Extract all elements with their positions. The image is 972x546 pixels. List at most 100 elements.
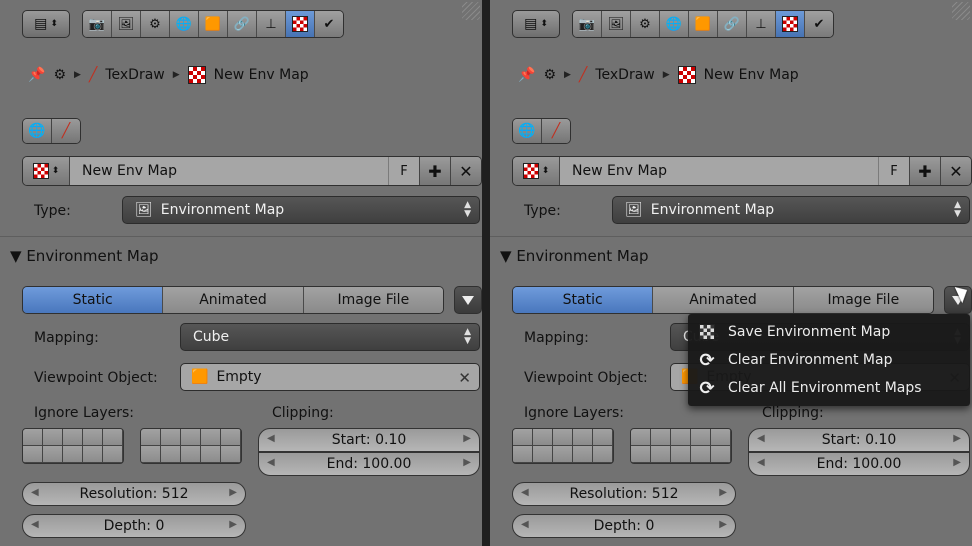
- resolution-value: Resolution: 512: [569, 486, 679, 502]
- viewpoint-object-field[interactable]: 🟧 Empty ✕: [180, 363, 480, 391]
- menu-item-save-envmap[interactable]: Save Environment Map: [688, 318, 970, 346]
- browse-texture-button[interactable]: ⬍: [513, 157, 560, 185]
- clear-icon[interactable]: ✕: [458, 369, 471, 387]
- brush-texture-icon[interactable]: ╱: [51, 119, 80, 143]
- decrement-arrow-icon[interactable]: ◀: [757, 433, 765, 444]
- type-dropdown[interactable]: 🖼 Environment Map ▲ ▼: [612, 196, 970, 224]
- decrement-arrow-icon[interactable]: ◀: [31, 519, 39, 530]
- unlink-texture-icon[interactable]: ✕: [450, 157, 481, 185]
- add-texture-icon[interactable]: ✚: [419, 157, 450, 185]
- resolution-field[interactable]: ◀ Resolution: 512 ▶: [512, 482, 736, 506]
- clip-start-field[interactable]: ◀ Start: 0.10 ▶: [258, 428, 480, 452]
- tab-static[interactable]: Static: [23, 287, 163, 313]
- section-header[interactable]: ▼ Environment Map: [500, 247, 649, 265]
- type-dropdown[interactable]: 🖼 Environment Map ▲ ▼: [122, 196, 480, 224]
- texture-context-icon[interactable]: [776, 11, 805, 37]
- increment-arrow-icon[interactable]: ▶: [463, 457, 471, 468]
- fake-user-button[interactable]: F: [388, 157, 419, 185]
- layer-grid-left[interactable]: [512, 428, 614, 464]
- depth-field[interactable]: ◀ Depth: 0 ▶: [22, 514, 246, 538]
- tab-image-file[interactable]: Image File: [792, 287, 933, 313]
- ignore-layers-label: Ignore Layers:: [524, 405, 625, 421]
- world-context-icon[interactable]: 🌐: [170, 11, 199, 37]
- world-texture-icon[interactable]: 🌐: [513, 119, 541, 143]
- texture-name-field[interactable]: New Env Map: [70, 157, 388, 185]
- brush-texture-icon[interactable]: ╱: [541, 119, 570, 143]
- tab-static[interactable]: Static: [513, 287, 653, 313]
- area-split-handle[interactable]: [462, 2, 480, 20]
- decrement-arrow-icon[interactable]: ◀: [267, 433, 275, 444]
- divider: [490, 236, 972, 237]
- tab-animated[interactable]: Animated: [162, 287, 303, 313]
- decrement-arrow-icon[interactable]: ◀: [267, 457, 275, 468]
- unlink-texture-icon[interactable]: ✕: [940, 157, 971, 185]
- decrement-arrow-icon[interactable]: ◀: [521, 487, 529, 498]
- envmap-specials-menu: Save Environment Map ⟳ Clear Environment…: [688, 314, 970, 406]
- increment-arrow-icon[interactable]: ▶: [229, 487, 237, 498]
- collapse-arrow-icon: ▼: [500, 247, 512, 265]
- render-context-icon[interactable]: 📷: [83, 11, 112, 37]
- source-tabs: Static Animated Image File: [22, 286, 444, 314]
- physics-context-icon[interactable]: ✔: [805, 11, 833, 37]
- menu-item-clear-all-envmaps[interactable]: ⟳ Clear All Environment Maps: [688, 374, 970, 402]
- layer-grid-left[interactable]: [22, 428, 124, 464]
- menu-item-label: Clear All Environment Maps: [728, 380, 922, 396]
- decrement-arrow-icon[interactable]: ◀: [31, 487, 39, 498]
- texture-name-field[interactable]: New Env Map: [560, 157, 878, 185]
- envmap-specials-button[interactable]: [454, 286, 482, 314]
- texture-context-icon[interactable]: [286, 11, 315, 37]
- scene-context-icon[interactable]: ⚙: [141, 11, 170, 37]
- clip-end-field[interactable]: ◀ End: 100.00 ▶: [748, 452, 970, 476]
- breadcrumb-texture: New Env Map: [703, 67, 799, 83]
- texture-id-block: ⬍ New Env Map F ✚ ✕: [22, 156, 482, 186]
- properties-panel-left: ▤ ⬍ 📷 🖼 ⚙ 🌐 🟧 🔗 ⊥ ✔ 📌 ⚙ ▶ ╱ TexDraw ▶ New…: [0, 0, 482, 546]
- physics-context-icon[interactable]: ✔: [315, 11, 343, 37]
- section-header[interactable]: ▼ Environment Map: [10, 247, 159, 265]
- render-context-icon[interactable]: 📷: [573, 11, 602, 37]
- updown-arrows-icon: ▲▼: [464, 200, 471, 219]
- clipping-label: Clipping:: [762, 405, 824, 421]
- decrement-arrow-icon[interactable]: ◀: [521, 519, 529, 530]
- increment-arrow-icon[interactable]: ▶: [719, 519, 727, 530]
- constraints-context-icon[interactable]: 🔗: [228, 11, 257, 37]
- decrement-arrow-icon[interactable]: ◀: [757, 457, 765, 468]
- menu-item-clear-envmap[interactable]: ⟳ Clear Environment Map: [688, 346, 970, 374]
- render-layers-icon[interactable]: 🖼: [602, 11, 631, 37]
- tab-animated[interactable]: Animated: [652, 287, 793, 313]
- modifiers-context-icon[interactable]: ⊥: [747, 11, 776, 37]
- breadcrumb-separator-icon: ▶: [662, 70, 670, 80]
- pin-icon[interactable]: 📌: [28, 67, 45, 83]
- breadcrumb-separator-icon: ▶: [74, 70, 81, 80]
- layer-grid-right[interactable]: [140, 428, 242, 464]
- add-texture-icon[interactable]: ✚: [909, 157, 940, 185]
- world-context-icon[interactable]: 🌐: [660, 11, 689, 37]
- increment-arrow-icon[interactable]: ▶: [719, 487, 727, 498]
- layer-grid-right[interactable]: [630, 428, 732, 464]
- object-context-icon[interactable]: 🟧: [199, 11, 228, 37]
- clip-end-field[interactable]: ◀ End: 100.00 ▶: [258, 452, 480, 476]
- section-title: Environment Map: [516, 247, 649, 265]
- modifiers-context-icon[interactable]: ⊥: [257, 11, 286, 37]
- depth-field[interactable]: ◀ Depth: 0 ▶: [512, 514, 736, 538]
- render-layers-icon[interactable]: 🖼: [112, 11, 141, 37]
- increment-arrow-icon[interactable]: ▶: [463, 433, 471, 444]
- editor-type-selector[interactable]: ▤ ⬍: [22, 10, 70, 38]
- object-context-icon[interactable]: 🟧: [689, 11, 718, 37]
- mapping-dropdown[interactable]: Cube ▲▼: [180, 323, 480, 351]
- resolution-field[interactable]: ◀ Resolution: 512 ▶: [22, 482, 246, 506]
- fake-user-button[interactable]: F: [878, 157, 909, 185]
- increment-arrow-icon[interactable]: ▶: [953, 433, 961, 444]
- editor-type-selector[interactable]: ▤ ⬍: [512, 10, 560, 38]
- world-texture-icon[interactable]: 🌐: [23, 119, 51, 143]
- image-icon: 🖼: [625, 202, 643, 218]
- scene-context-icon[interactable]: ⚙: [631, 11, 660, 37]
- browse-texture-button[interactable]: ⬍: [23, 157, 70, 185]
- increment-arrow-icon[interactable]: ▶: [229, 519, 237, 530]
- pin-icon[interactable]: 📌: [518, 67, 535, 83]
- area-split-handle[interactable]: [952, 2, 970, 20]
- type-value: Environment Map: [650, 202, 775, 218]
- constraints-context-icon[interactable]: 🔗: [718, 11, 747, 37]
- tab-image-file[interactable]: Image File: [302, 287, 443, 313]
- increment-arrow-icon[interactable]: ▶: [953, 457, 961, 468]
- clip-start-field[interactable]: ◀ Start: 0.10 ▶: [748, 428, 970, 452]
